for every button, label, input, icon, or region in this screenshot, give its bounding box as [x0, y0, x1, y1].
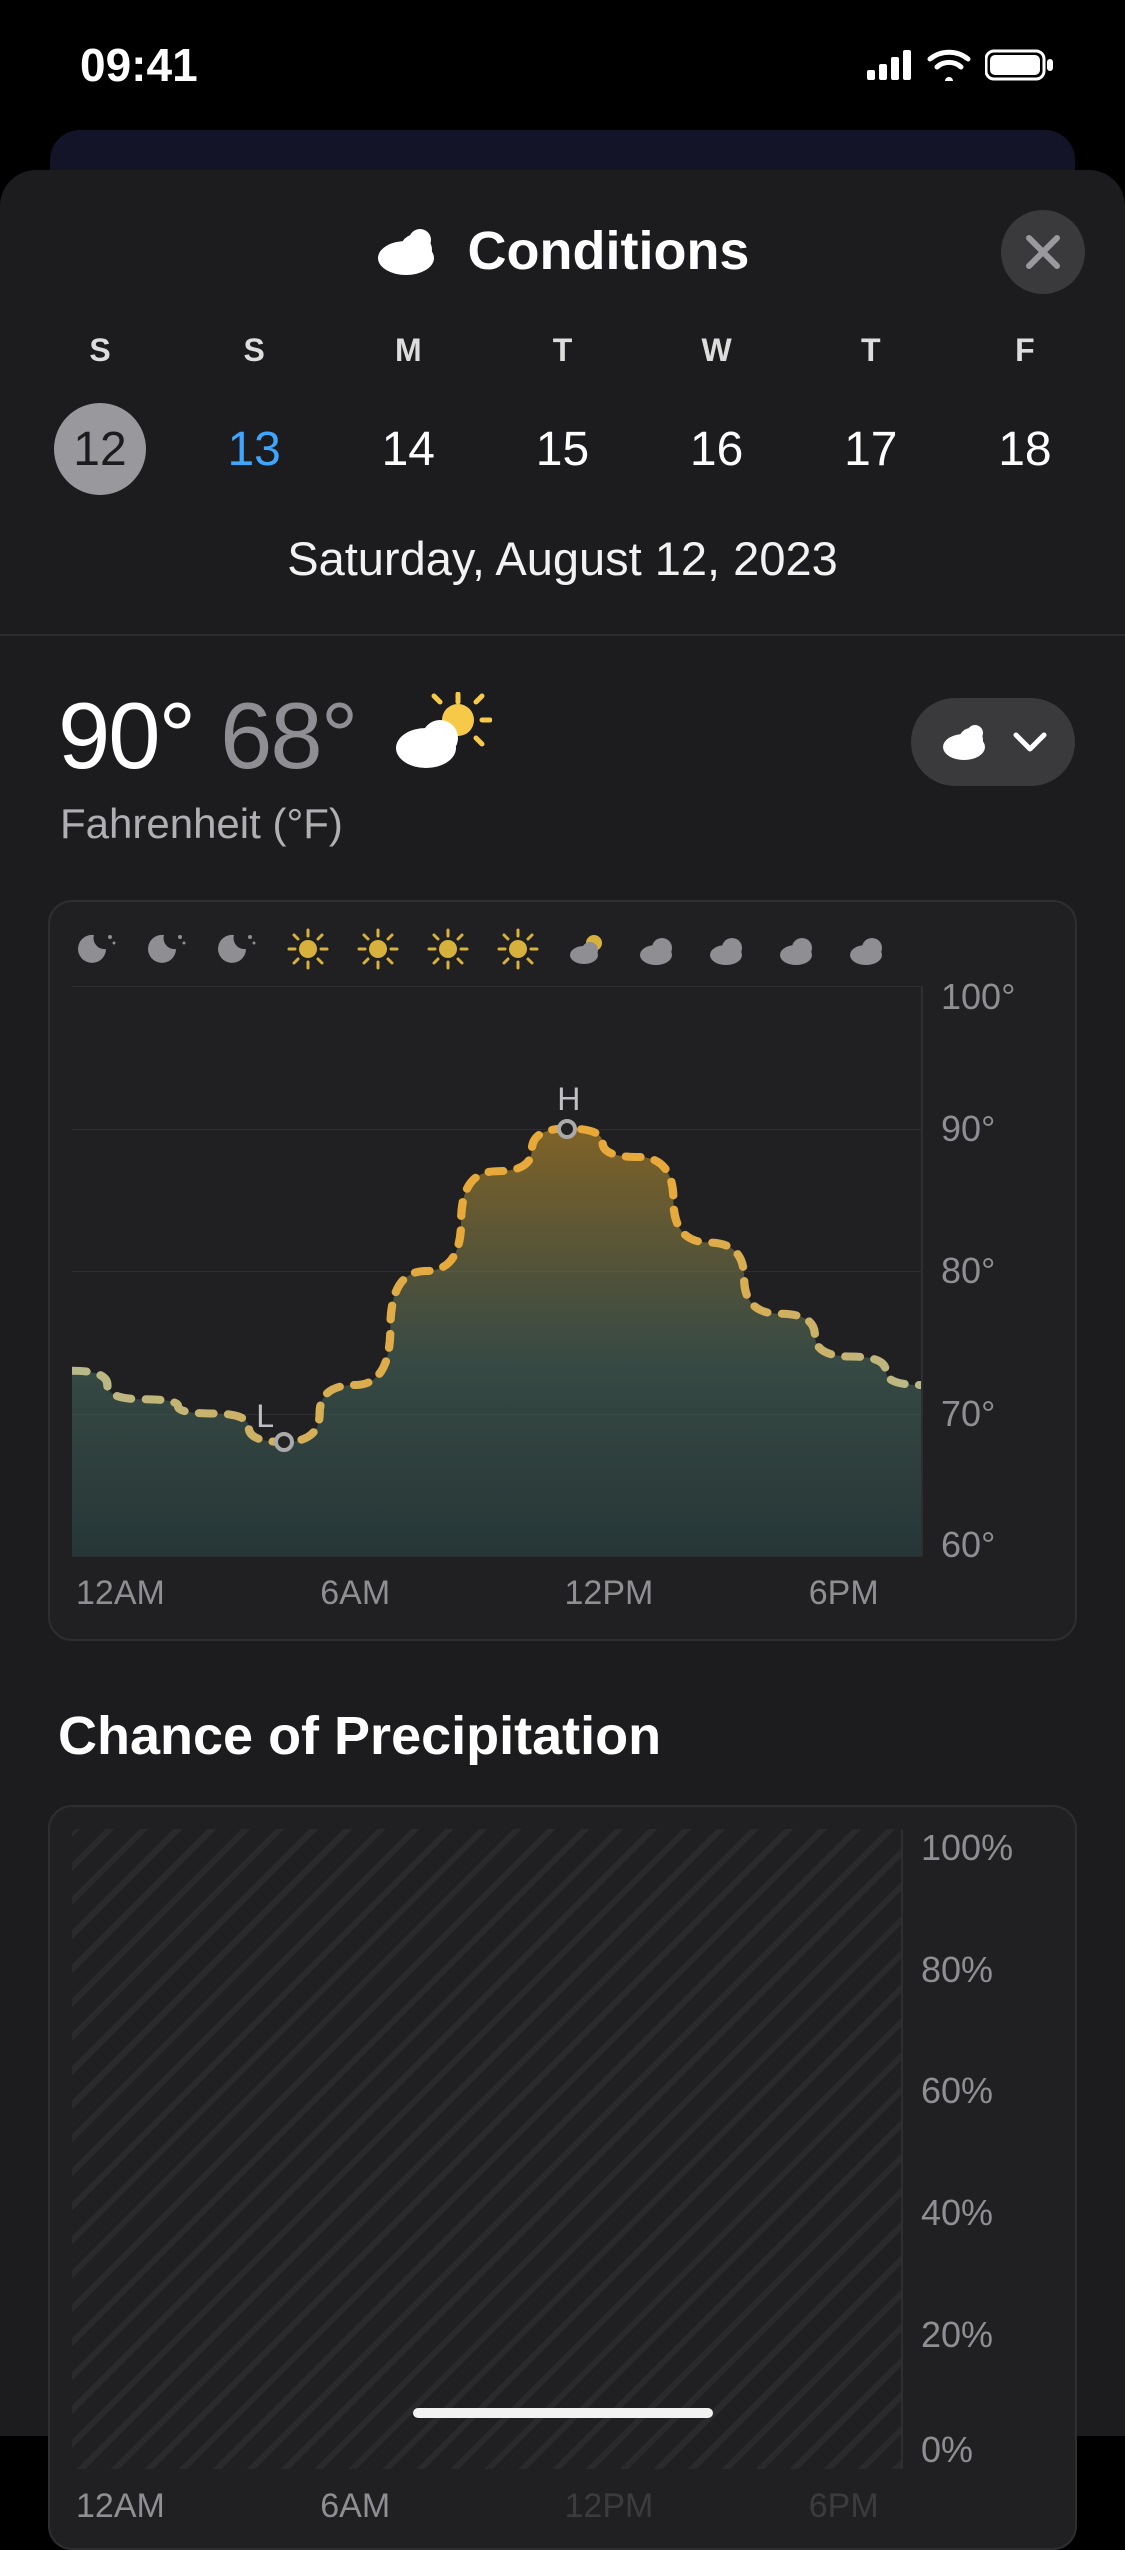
day-abbr: F: [1015, 332, 1035, 369]
precipitation-chart-card[interactable]: 100% 80% 60% 40% 20% 0% 12AM 6AM 12PM 6P…: [48, 1805, 1077, 2550]
y-tick: 100%: [903, 1827, 1053, 1869]
home-indicator[interactable]: [413, 2408, 713, 2418]
cloud-icon: [846, 927, 890, 971]
x-tick: 6AM: [320, 2487, 564, 2526]
day-selector: S 12 S 13 M 14 T 15 W 16 T 17 F 18: [0, 282, 1125, 495]
day-abbr: T: [861, 332, 881, 369]
status-icons: [867, 49, 1055, 81]
cloud-icon: [376, 226, 444, 276]
x-tick: 12PM: [565, 1574, 809, 1613]
day-option[interactable]: S 12: [50, 332, 150, 495]
sheet-header: Conditions: [0, 170, 1125, 282]
day-number: 15: [516, 403, 608, 495]
temperature-y-axis: 100° 90° 80° 70° 60°: [923, 986, 1053, 1556]
x-tick: 12PM: [565, 2487, 809, 2526]
x-tick: 12AM: [76, 2487, 320, 2526]
x-tick: 12AM: [76, 1574, 320, 1613]
close-button[interactable]: [1001, 210, 1085, 294]
wifi-icon: [927, 49, 971, 81]
cloud-icon: [941, 723, 993, 761]
y-tick: 0%: [903, 2429, 1053, 2471]
battery-icon: [985, 49, 1055, 81]
moon-icon: [216, 927, 260, 971]
day-option[interactable]: T 17: [821, 332, 921, 495]
precipitation-x-axis: 12AM 6AM 12PM 6PM: [72, 2469, 1053, 2526]
day-option[interactable]: F 18: [975, 332, 1075, 495]
conditions-sheet: Conditions S 12 S 13 M 14 T 15 W 16: [0, 170, 1125, 2436]
day-number: 16: [671, 403, 763, 495]
day-number: 17: [825, 403, 917, 495]
day-option[interactable]: M 14: [358, 332, 458, 495]
temperature-x-axis: 12AM 6AM 12PM 6PM: [72, 1556, 1053, 1613]
moon-icon: [146, 927, 190, 971]
status-time: 09:41: [80, 38, 198, 92]
x-tick: 6AM: [320, 1574, 564, 1613]
day-abbr: S: [243, 332, 264, 369]
y-tick: 80%: [903, 1949, 1053, 1991]
low-temperature: 68°: [220, 682, 356, 790]
day-abbr: S: [89, 332, 110, 369]
cellular-icon: [867, 50, 913, 80]
sun-icon: [496, 927, 540, 971]
moon-icon: [76, 927, 120, 971]
selected-date: Saturday, August 12, 2023: [0, 495, 1125, 634]
close-icon: [1025, 234, 1061, 270]
hourly-condition-icons: [72, 922, 1053, 976]
page-title: Conditions: [468, 220, 750, 282]
day-option[interactable]: W 16: [667, 332, 767, 495]
partly-cloudy-icon: [392, 692, 492, 777]
unit-label: Fahrenheit (°F): [0, 798, 1125, 888]
temperature-chart-card[interactable]: H L 100° 90° 80° 70° 60° 12AM 6AM 12PM 6…: [48, 900, 1077, 1641]
status-bar: 09:41: [0, 0, 1125, 130]
cloud-icon: [636, 927, 680, 971]
y-tick: 80°: [923, 1250, 1053, 1292]
y-tick: 60°: [923, 1524, 1053, 1566]
day-abbr: M: [395, 332, 422, 369]
cloud-icon: [706, 927, 750, 971]
temperature-summary: 90° 68°: [0, 636, 1125, 798]
cloud-icon: [776, 927, 820, 971]
y-tick: 70°: [923, 1393, 1053, 1435]
precipitation-title: Chance of Precipitation: [0, 1641, 1125, 1805]
day-number: 13: [208, 403, 300, 495]
y-tick: 100°: [923, 976, 1053, 1018]
sun-icon: [286, 927, 330, 971]
day-option[interactable]: S 13: [204, 332, 304, 495]
precipitation-y-axis: 100% 80% 60% 40% 20% 0%: [903, 1829, 1053, 2469]
day-option[interactable]: T 15: [512, 332, 612, 495]
day-number: 12: [54, 403, 146, 495]
temperature-chart-plot: H L: [72, 986, 923, 1556]
day-abbr: W: [702, 332, 732, 369]
y-tick: 20%: [903, 2314, 1053, 2356]
y-tick: 60%: [903, 2070, 1053, 2112]
partly-cloudy-icon: [566, 927, 610, 971]
high-marker-label: H: [557, 1081, 580, 1118]
day-abbr: T: [553, 332, 573, 369]
sun-icon: [356, 927, 400, 971]
x-tick: 6PM: [809, 1574, 1053, 1613]
chevron-down-icon: [1013, 731, 1047, 753]
day-number: 14: [362, 403, 454, 495]
precipitation-chart-plot: [72, 1829, 903, 2469]
high-temperature: 90°: [58, 682, 194, 790]
y-tick: 90°: [923, 1108, 1053, 1150]
y-tick: 40%: [903, 2192, 1053, 2234]
layer-select-button[interactable]: [911, 698, 1075, 786]
x-tick: 6PM: [809, 2487, 1053, 2526]
low-marker-label: L: [256, 1398, 274, 1435]
day-number: 18: [979, 403, 1071, 495]
sun-icon: [426, 927, 470, 971]
